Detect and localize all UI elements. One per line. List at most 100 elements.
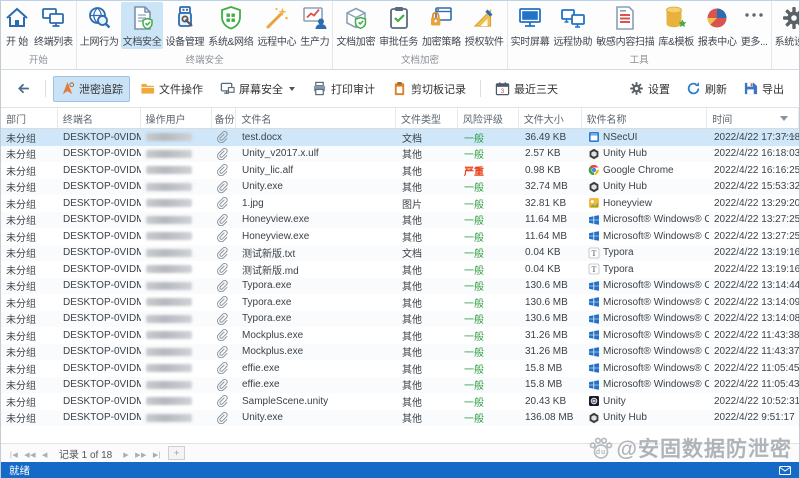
table-row[interactable]: 未分组 DESKTOP-0VIDMDJ Honeyview.exe 其他 一般 11.64… (1, 211, 799, 228)
ribbon-item-system-settings[interactable]: 系统设置 (773, 2, 799, 49)
toolbar-tab-print-audit[interactable]: 打印审计 (305, 76, 382, 102)
redacted-operator (146, 166, 192, 175)
ribbon-item-library-template[interactable]: 库&模板 (656, 2, 695, 49)
toolbar-action-gear-small[interactable]: 设置 (622, 76, 677, 102)
cell-filetype: 文档 (402, 249, 422, 261)
cell-risk: 一般 (459, 146, 520, 163)
table-row[interactable]: 未分组 DESKTOP-0VIDMDJ effie.exe 其他 一般 15.8 MB Mi… (1, 360, 799, 377)
table-row[interactable]: 未分组 DESKTOP-0VIDMDJ effie.exe 其他 一般 15.8 MB Mi… (1, 376, 799, 394)
ribbon-item-encrypt-policy[interactable]: 加密策略 (420, 2, 463, 49)
table-row[interactable]: 未分组 DESKTOP-0VIDMDJ Typora.exe 其他 一般 130.6 MB… (1, 310, 799, 327)
table-row[interactable]: 未分组 DESKTOP-0VIDMDJ Unity.exe 其他 一般 32.74 MB U… (1, 178, 799, 195)
approval-task-icon (386, 5, 412, 31)
table-row[interactable]: 未分组 DESKTOP-0VIDMDJ Unity_v2017.x.ulf 其他 一般 2… (1, 145, 799, 163)
cell-backup (213, 228, 237, 245)
cell-department: 未分组 (6, 298, 36, 310)
toolbar-action-export[interactable]: 导出 (736, 76, 791, 102)
table-row[interactable]: 未分组 DESKTOP-0VIDMDJ 1.jpg 图片 一般 32.81 KB Honey… (1, 195, 799, 212)
table-row[interactable]: 未分组 DESKTOP-0VIDMDJ 测试新版.md 其他 一般 0.04 KB T Typ… (1, 261, 799, 278)
column-header-8[interactable]: 软件名称 (582, 108, 708, 128)
ribbon-item-remote-assist[interactable]: 远程协助 (551, 2, 594, 49)
column-header-6[interactable]: 风险评级 (458, 108, 519, 128)
row-more-button[interactable]: ... (785, 129, 796, 140)
toolbar-action-label: 刷新 (705, 83, 727, 96)
table-row[interactable]: 未分组 DESKTOP-0VIDMDJ test.docx 文档 一般 36.49 KB N… (1, 129, 799, 146)
microsoft-icon (588, 230, 600, 242)
ribbon-item-label: 设备管理 (165, 37, 205, 48)
screen-security-icon (220, 81, 235, 96)
toolbar-tab-file-operations[interactable]: 文件操作 (133, 76, 210, 102)
pager-first-button[interactable]: |◀ (7, 452, 21, 459)
statusbar-message-icon[interactable] (779, 465, 791, 475)
column-header-2[interactable]: 操作用户 (141, 108, 213, 128)
table-row[interactable]: 未分组 DESKTOP-0VIDMDJ Unity.exe 其他 一般 136.08 MB… (1, 409, 799, 426)
pager-next-button[interactable]: ▶ (120, 452, 132, 459)
cell-risk: 一般 (459, 360, 520, 377)
column-header-4[interactable]: 文件名 (236, 108, 396, 128)
table-row[interactable]: 未分组 DESKTOP-0VIDMDJ Typora.exe 其他 一般 130.6 MB… (1, 294, 799, 311)
ribbon-group: 上网行为 文档安全 设备管理 系统&网络 远程中心 生产力 终端安全 (77, 1, 334, 69)
table-row[interactable]: 未分组 DESKTOP-0VIDMDJ Mockplus.exe 其他 一般 31.26 … (1, 343, 799, 360)
cell-department: 未分组 (6, 232, 36, 244)
ribbon-item-more[interactable]: 更多... (739, 2, 770, 49)
risk-badge: 一般 (464, 249, 484, 261)
pager-prev-page-button[interactable]: ◀◀ (21, 452, 39, 459)
ribbon-item-realtime-screen[interactable]: 实时屏幕 (509, 2, 552, 49)
ribbon-item-sensitive-scan[interactable]: 敏感内容扫描 (594, 2, 656, 49)
redacted-operator (146, 281, 192, 290)
risk-badge: 一般 (464, 331, 484, 343)
ribbon-item-remote-center[interactable]: 远程中心 (255, 2, 298, 49)
table-row[interactable]: 未分组 DESKTOP-0VIDMDJ Honeyview.exe 其他 一般 11.64… (1, 228, 799, 245)
table-row[interactable]: 未分组 DESKTOP-0VIDMDJ Unity_lic.alf 其他 严重 0.98 … (1, 162, 799, 179)
table-row[interactable]: 未分组 DESKTOP-0VIDMDJ Mockplus.exe 其他 一般 31.26 … (1, 327, 799, 344)
ribbon: 开 始终端列表 开始 上网行为 文档安全 设备管理 系统&网络 远程中心 生产力 终端安全 文档加… (1, 1, 799, 70)
ribbon-item-report-center[interactable]: 报表中心 (696, 2, 739, 49)
risk-badge: 一般 (464, 315, 484, 327)
ribbon-group-label: 工具 (629, 55, 649, 66)
pager-last-button[interactable]: ▶| (150, 452, 164, 459)
software-name: Microsoft® Windows® Oper... (603, 230, 709, 242)
toolbar-action-refresh[interactable]: 刷新 (679, 76, 734, 102)
gear-small-icon (629, 81, 644, 96)
cell-department: 未分组 (6, 364, 36, 376)
cell-filetype: 其他 (402, 348, 422, 360)
ribbon-item-system-network[interactable]: 系统&网络 (206, 2, 255, 49)
column-header-9[interactable]: 时间 (707, 108, 799, 128)
column-header-3[interactable]: 备份 (212, 108, 237, 128)
pager-add-button[interactable]: + (168, 446, 186, 460)
table-row[interactable]: 未分组 DESKTOP-0VIDMDJ SampleScene.unity 其他 一般 2… (1, 393, 799, 410)
ribbon-item-device-management[interactable]: 设备管理 (163, 2, 206, 49)
paperclip-icon (216, 230, 228, 243)
cell-filetype: 文档 (402, 133, 422, 145)
toolbar-tab-screen-security[interactable]: 屏幕安全 (213, 76, 302, 102)
cell-filesize: 32.74 MB (525, 181, 568, 193)
ribbon-item-internet-behavior[interactable]: 上网行为 (78, 2, 121, 49)
ribbon-item-approval-task[interactable]: 审批任务 (377, 2, 420, 49)
cell-operator (141, 294, 213, 311)
ribbon-item-label: 库&模板 (658, 37, 694, 48)
column-header-1[interactable]: 终端名 (58, 108, 141, 128)
table-row[interactable]: 未分组 DESKTOP-0VIDMDJ 测试新版.txt 文档 一般 0.04 KB T Ty… (1, 244, 799, 261)
toolbar-tab-leak-trace[interactable]: 泄密追踪 (53, 75, 130, 102)
pager-next-page-button[interactable]: ▶▶ (132, 452, 150, 459)
back-button[interactable] (9, 76, 38, 101)
table-row[interactable]: 未分组 DESKTOP-0VIDMDJ Typora.exe 其他 一般 130.6 MB… (1, 277, 799, 294)
toolbar-tab-clipboard-records[interactable]: 剪切板记录 (385, 76, 473, 102)
risk-badge: 一般 (464, 298, 484, 310)
cell-backup (213, 377, 237, 394)
column-header-label: 时间 (712, 114, 733, 126)
pager-prev-button[interactable]: ◀ (39, 452, 51, 459)
ribbon-item-home[interactable]: 开 始 (2, 2, 32, 49)
ribbon-item-label: 生产力 (300, 37, 330, 48)
ribbon-item-authorized-software[interactable]: 授权软件 (463, 2, 506, 49)
column-header-7[interactable]: 文件大小 (519, 108, 582, 128)
toolbar-filter-calendar[interactable]: 3 最近三天 (488, 76, 565, 102)
ribbon-item-productivity[interactable]: 生产力 (298, 2, 331, 49)
column-header-5[interactable]: 文件类型 (396, 108, 458, 128)
column-header-0[interactable]: 部门 (1, 108, 58, 128)
ribbon-item-document-security[interactable]: 文档安全 (120, 2, 164, 49)
ribbon-item-document-encrypt[interactable]: 文档加密 (334, 2, 377, 49)
cell-risk: 一般 (459, 261, 520, 278)
cell-filetype: 其他 (402, 315, 422, 327)
ribbon-item-terminal-list[interactable]: 终端列表 (32, 2, 75, 49)
